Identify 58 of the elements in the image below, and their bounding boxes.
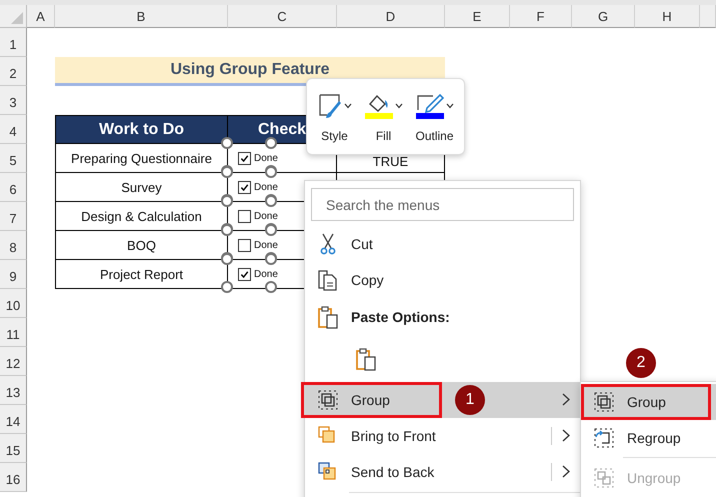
menu-item[interactable]: Send to Back	[305, 454, 580, 490]
menu-item[interactable]: Bring to Front	[305, 418, 580, 454]
checkbox[interactable]: Done	[238, 238, 278, 252]
caret-icon	[446, 102, 454, 108]
row-header[interactable]: 12	[0, 347, 27, 376]
column-header[interactable]: C	[228, 5, 337, 28]
row-header[interactable]: 6	[0, 173, 27, 202]
row-header[interactable]: 13	[0, 376, 27, 405]
row-header[interactable]: 8	[0, 231, 27, 260]
fill-button[interactable]: Fill	[362, 88, 405, 144]
checkbox[interactable]: Done	[238, 268, 278, 280]
row-header[interactable]: 3	[0, 86, 27, 115]
menu-heading: Paste Options:	[305, 298, 580, 336]
checkbox[interactable]: Done	[238, 152, 278, 164]
menu-item[interactable]: Cut	[305, 226, 580, 262]
checkmark-icon	[240, 270, 249, 278]
step-badge: 1	[455, 385, 485, 415]
column-header[interactable]: E	[445, 5, 510, 28]
row-header[interactable]: 15	[0, 434, 27, 463]
column-header[interactable]: G	[572, 5, 635, 28]
column-header[interactable]: D	[337, 5, 445, 28]
row-header[interactable]: 16	[0, 463, 27, 492]
group-icon	[593, 391, 615, 413]
row-header[interactable]: 7	[0, 202, 27, 231]
checkbox[interactable]: Done	[238, 180, 278, 194]
row-header[interactable]: 4	[0, 115, 27, 144]
checkbox[interactable]: Done	[238, 210, 278, 222]
ungroup-icon	[593, 467, 615, 489]
checkmark-icon	[240, 182, 249, 192]
column-header[interactable]: A	[27, 5, 55, 28]
column-header[interactable]: F	[510, 5, 572, 28]
column-header[interactable]: H	[635, 5, 700, 28]
column-header[interactable]: B	[55, 5, 228, 28]
row-header[interactable]: 1	[0, 28, 27, 57]
selection-handles-drawing[interactable]	[221, 253, 279, 293]
clipboard-icon	[355, 347, 377, 371]
menu-item[interactable]: Copy	[305, 262, 580, 298]
row-header[interactable]: 9	[0, 260, 27, 289]
scissors-icon	[320, 233, 336, 255]
checkmark-icon	[240, 154, 249, 162]
group-icon	[317, 389, 339, 411]
table-header: Work to Do	[55, 115, 228, 144]
triangle-icon	[11, 12, 23, 24]
outline-button[interactable]: Outline	[413, 88, 456, 144]
step-badge: 2	[626, 348, 656, 378]
search-field[interactable]: Search the menus	[311, 188, 574, 221]
clipboard-icon	[317, 305, 339, 329]
row-header[interactable]: 11	[0, 318, 27, 347]
row-header[interactable]: 14	[0, 405, 27, 434]
row-header[interactable]: 2	[0, 57, 27, 86]
menu-item[interactable]: Regroup	[581, 420, 716, 456]
sheet-title: Using Group Feature	[55, 57, 445, 86]
copy-icon	[317, 269, 339, 291]
caret-icon	[344, 102, 352, 108]
row-header[interactable]: 10	[0, 289, 27, 318]
row-header[interactable]: 5	[0, 144, 27, 173]
regroup-icon	[593, 427, 615, 449]
caret-icon	[395, 102, 403, 108]
